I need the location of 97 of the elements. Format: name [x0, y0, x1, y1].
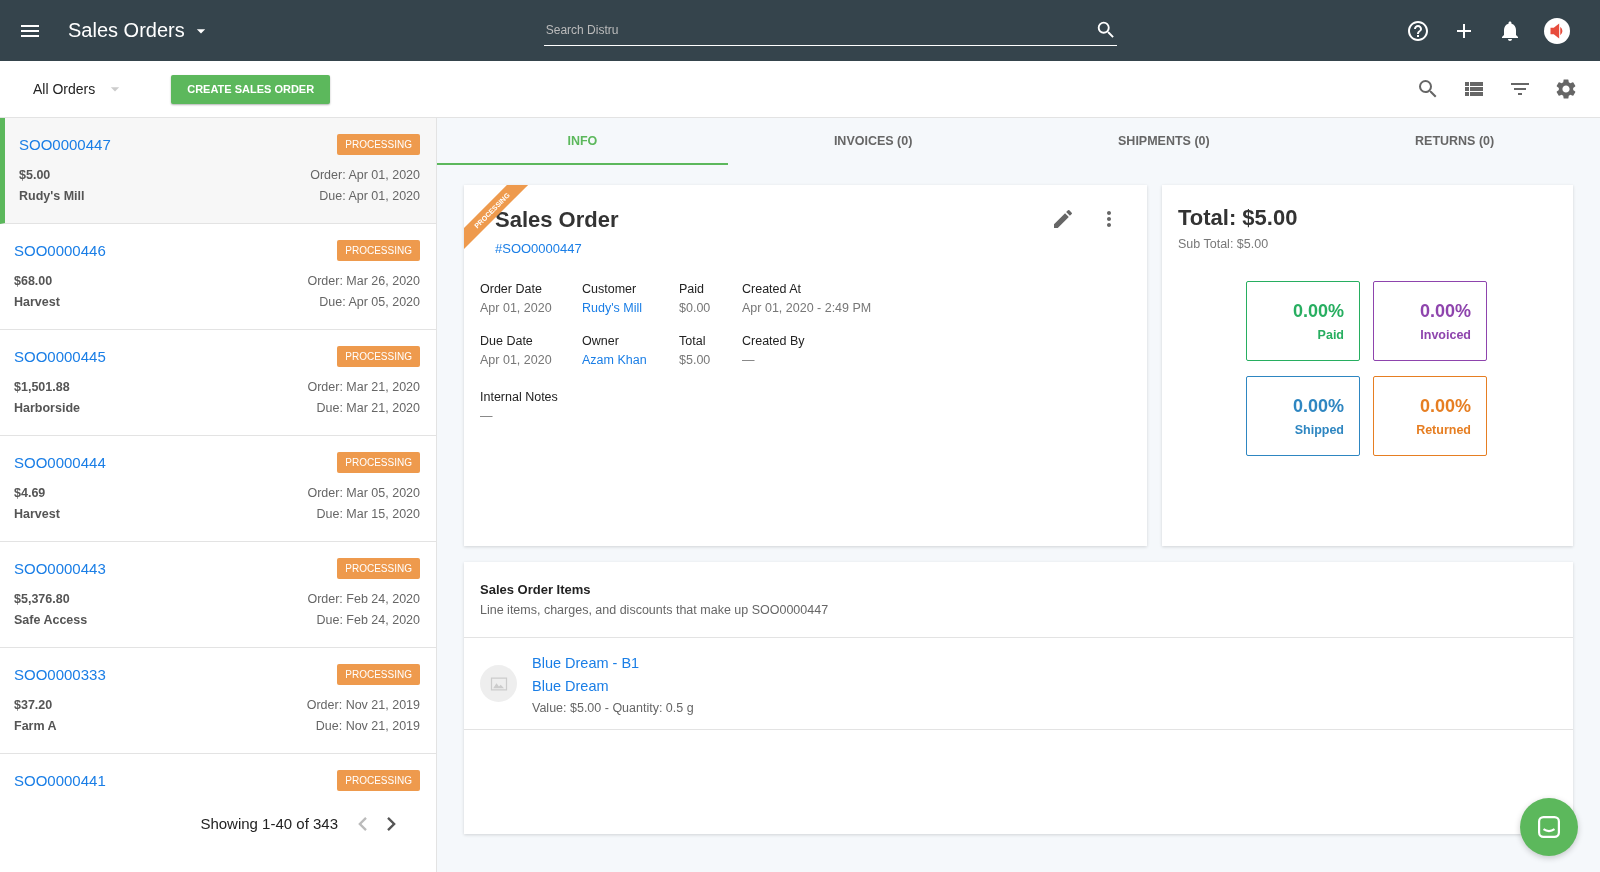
chevron-right-icon — [387, 816, 396, 831]
tab[interactable]: INVOICES (0) — [727, 118, 1019, 165]
stat-label: Paid — [1317, 327, 1344, 342]
field-link[interactable]: Azam Khan — [582, 351, 679, 370]
field-label: Paid — [679, 281, 706, 298]
page-title[interactable]: Sales Orders — [68, 19, 185, 42]
field-value: Apr 01, 2020 - 2:49 PM — [742, 300, 873, 317]
total-amount: Total: $5.00 — [1178, 205, 1299, 231]
order-date: Order: Mar 21, 2020 — [307, 379, 420, 396]
due-date: Due: Apr 01, 2020 — [318, 188, 420, 205]
order-amount: $37.20 — [14, 697, 54, 714]
order-amount: $5.00 — [19, 167, 52, 184]
next-page-button[interactable] — [387, 816, 396, 831]
stat-label: Invoiced — [1420, 327, 1471, 342]
edit-icon[interactable] — [1051, 207, 1075, 231]
order-number[interactable]: SOO0000444 — [14, 454, 106, 471]
tab[interactable]: INFO — [437, 118, 728, 165]
stat-value: 0.00% — [1292, 395, 1344, 417]
order-list-item[interactable]: SOO0000333 PROCESSING $37.20 Farm A Order: Nov 21, 2019 Due: Nov 21, 2019 — [0, 648, 436, 754]
order-date: Order: Apr 01, 2020 — [310, 167, 420, 184]
tab[interactable]: RETURNS (0) — [1309, 118, 1600, 165]
customer-name: Rudy's Mill — [19, 188, 85, 205]
status-badge: PROCESSING — [337, 452, 420, 473]
field-label: Created By — [742, 333, 806, 350]
status-badge: PROCESSING — [337, 664, 420, 685]
due-date: Due: Feb 24, 2020 — [315, 612, 420, 629]
customer-name: Farm A — [14, 718, 57, 735]
field-value: Apr 01, 2020 — [480, 300, 553, 317]
field-label: Total — [679, 333, 707, 350]
order-amount: $68.00 — [14, 273, 54, 290]
field-value: — — [480, 408, 494, 425]
pagination-text: Showing 1-40 of 343 — [200, 815, 338, 832]
order-list-item[interactable]: SOO0000441 PROCESSING — [0, 754, 436, 811]
product-link[interactable]: Blue Dream — [532, 675, 694, 698]
stat-label: Returned — [1416, 422, 1471, 437]
customer-name: Harvest — [14, 506, 60, 523]
subtotal: Sub Total: $5.00 — [1178, 237, 1270, 251]
item-name-link[interactable]: Blue Dream - B1 — [532, 652, 694, 675]
stat-value: 0.00% — [1419, 300, 1471, 322]
field-label: Due Date — [480, 333, 534, 350]
order-list-item[interactable]: SOO0000444 PROCESSING $4.69 Harvest Order: Mar 05, 2020 Due: Mar 15, 2020 — [0, 436, 436, 542]
field-label: Created At — [742, 281, 803, 298]
order-date: Order: Feb 24, 2020 — [307, 591, 420, 608]
stat-value: 0.00% — [1419, 395, 1471, 417]
status-badge: PROCESSING — [337, 134, 420, 155]
order-amount: $1,501.88 — [14, 379, 71, 396]
settings-icon[interactable] — [1554, 77, 1578, 101]
order-list-item[interactable]: SOO0000443 PROCESSING $5,376.80 Safe Access Order: Feb 24, 2020 Due: Feb 24, 2020 — [0, 542, 436, 648]
stat-value: 0.00% — [1292, 300, 1344, 322]
order-amount: $5,376.80 — [14, 591, 71, 608]
image-placeholder-icon — [480, 665, 517, 702]
field-value: $5.00 — [679, 352, 712, 369]
field-link[interactable]: Rudy's Mill — [582, 299, 679, 318]
order-number[interactable]: SOO0000446 — [14, 242, 106, 259]
order-number[interactable]: SOO0000445 — [14, 348, 106, 365]
filter-dropdown[interactable]: All Orders — [33, 81, 96, 97]
order-list-item[interactable]: SOO0000447 PROCESSING $5.00 Rudy's Mill Order: Apr 01, 2020 Due: Apr 01, 2020 — [0, 118, 436, 224]
order-date: Order: Nov 21, 2019 — [306, 697, 420, 714]
due-date: Due: Mar 21, 2020 — [315, 400, 420, 417]
section-title: Sales Order Items — [480, 582, 592, 597]
status-badge: PROCESSING — [337, 346, 420, 367]
order-number[interactable]: SOO0000443 — [14, 560, 106, 577]
customer-name: Safe Access — [14, 612, 88, 629]
field-value: Apr 01, 2020 — [480, 352, 553, 369]
due-date: Due: Mar 15, 2020 — [315, 506, 420, 523]
order-date: Order: Mar 05, 2020 — [307, 485, 420, 502]
field-label: Order Date — [480, 281, 543, 298]
stat-label: Shipped — [1294, 422, 1344, 437]
order-list-item[interactable]: SOO0000445 PROCESSING $1,501.88 Harborside Order: Mar 21, 2020 Due: Mar 21, 2020 — [0, 330, 436, 436]
create-sales-order-button[interactable]: CREATE SALES ORDER — [171, 74, 331, 104]
status-badge: PROCESSING — [337, 558, 420, 579]
chevron-left-icon — [358, 816, 367, 831]
item-details: Value: $5.00 - Quantity: 0.5 g — [532, 701, 694, 715]
order-number[interactable]: SOO0000447 — [19, 136, 111, 153]
field-label: Internal Notes — [480, 389, 559, 406]
field-label: Owner — [582, 333, 620, 350]
field-value: — — [742, 352, 756, 369]
order-number[interactable]: SOO0000333 — [14, 666, 106, 683]
due-date: Due: Nov 21, 2019 — [314, 718, 420, 735]
help-icon[interactable] — [1406, 18, 1430, 43]
chat-icon — [1538, 816, 1560, 838]
status-badge: PROCESSING — [337, 240, 420, 261]
order-number-link[interactable]: #SOO0000447 — [495, 241, 619, 256]
order-date: Order: Mar 26, 2020 — [307, 273, 420, 290]
customer-name: Harvest — [14, 294, 60, 311]
order-amount: $4.69 — [14, 485, 47, 502]
megaphone-icon[interactable] — [1544, 17, 1570, 44]
tab[interactable]: SHIPMENTS (0) — [1018, 118, 1310, 165]
search-field[interactable]: Search Distru — [543, 22, 1095, 38]
section-subtitle: Line items, charges, and discounts that make up SOO0000447 — [480, 603, 830, 617]
order-number[interactable]: SOO0000441 — [14, 772, 106, 789]
customer-name: Harborside — [14, 400, 80, 417]
field-label: Customer — [582, 281, 638, 298]
status-badge: PROCESSING — [337, 770, 420, 791]
order-list-item[interactable]: SOO0000446 PROCESSING $68.00 Harvest Order: Mar 26, 2020 Due: Apr 05, 2020 — [0, 224, 436, 330]
field-value: $0.00 — [679, 300, 712, 317]
due-date: Due: Apr 05, 2020 — [318, 294, 420, 311]
